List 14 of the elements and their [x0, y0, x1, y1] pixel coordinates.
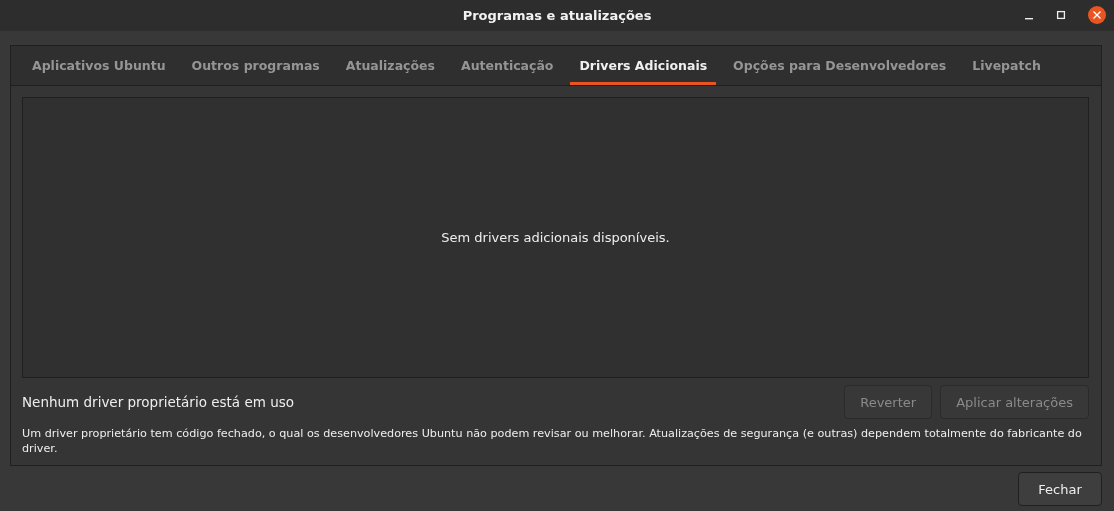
maximize-icon[interactable] [1056, 10, 1066, 20]
close-icon[interactable] [1088, 6, 1106, 24]
empty-message: Sem drivers adicionais disponíveis. [441, 230, 670, 245]
window-title: Programas e atualizações [462, 8, 652, 23]
tab[interactable]: Drivers Adicionais [570, 46, 717, 85]
tab[interactable]: Atualizações [336, 46, 444, 85]
tab[interactable]: Aplicativos Ubuntu [23, 46, 175, 85]
tab[interactable]: Opções para Desenvolvedores [724, 46, 956, 85]
tab[interactable]: Autenticação [452, 46, 563, 85]
close-button[interactable]: Fechar [1018, 472, 1102, 506]
note-text: Um driver proprietário tem código fechado, o qual os desenvolvedores Ubuntu não podem revisar ou melhorar. Atualizações de segurança (e outras) dependem totalmente do fabricante do driver. [22, 426, 1083, 456]
status-text: Nenhum driver proprietário está em uso [22, 394, 294, 410]
tab[interactable]: Livepatch [963, 46, 1050, 85]
tab[interactable]: Outros programas [182, 46, 329, 85]
